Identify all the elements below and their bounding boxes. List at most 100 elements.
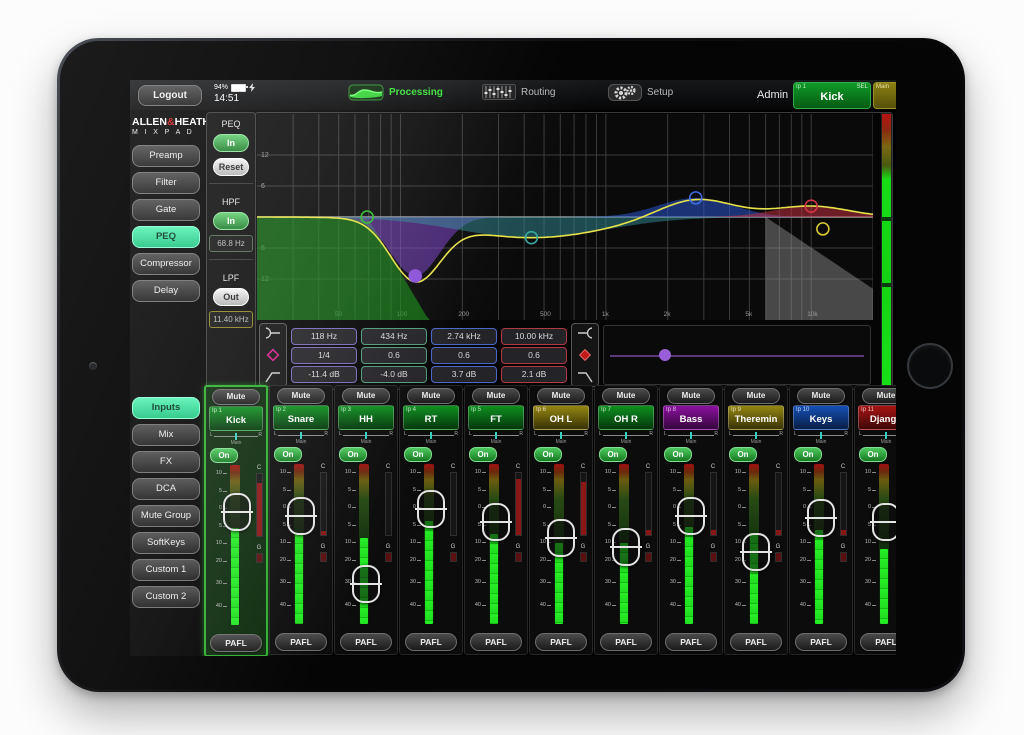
on-button[interactable]: On — [599, 447, 627, 462]
tab-setup[interactable]: Setup — [608, 84, 673, 101]
slider-handle[interactable] — [659, 349, 671, 361]
processing-menu-item-filter[interactable]: Filter — [132, 172, 200, 194]
channel-strip-kick[interactable]: MuteIp 1KickLRMainOn1050510203040CGPAFL — [204, 385, 268, 656]
band-2-frequency-value[interactable]: 434 Hz — [361, 328, 427, 345]
fader-knob[interactable] — [417, 490, 445, 528]
mixer-menu-item-softkeys[interactable]: SoftKeys — [132, 532, 200, 554]
mute-button[interactable]: Mute — [212, 389, 260, 405]
fader-knob[interactable] — [352, 565, 380, 603]
pafl-button[interactable]: PAFL — [535, 633, 587, 651]
band-1-frequency-value[interactable]: 118 Hz — [291, 328, 357, 345]
mixer-menu-item-mute-group[interactable]: Mute Group — [132, 505, 200, 527]
hpf-in-button[interactable]: In — [213, 212, 249, 230]
pan-control[interactable]: LRMain — [534, 431, 588, 444]
band-3-width-value[interactable]: 0.6 — [431, 347, 497, 364]
mixer-menu-item-inputs[interactable]: Inputs — [132, 397, 200, 419]
mixer-menu-item-mix[interactable]: Mix — [132, 424, 200, 446]
band-width-slider[interactable] — [603, 325, 871, 385]
hpf-frequency-value[interactable]: 68.8 Hz — [209, 235, 253, 252]
pan-control[interactable]: LRMain — [664, 431, 718, 444]
mixer-menu-item-custom-1[interactable]: Custom 1 — [132, 559, 200, 581]
band-2-gain-value[interactable]: -4.0 dB — [361, 366, 427, 383]
on-button[interactable]: On — [794, 447, 822, 462]
pafl-button[interactable]: PAFL — [275, 633, 327, 651]
on-button[interactable]: On — [729, 447, 757, 462]
mute-button[interactable]: Mute — [732, 388, 780, 404]
pan-control[interactable]: LRMain — [210, 432, 262, 445]
on-button[interactable]: On — [404, 447, 432, 462]
channel-name-box[interactable]: Ip 9Theremin — [728, 405, 784, 430]
on-button[interactable]: On — [274, 447, 302, 462]
pafl-button[interactable]: PAFL — [795, 633, 847, 651]
tab-processing[interactable]: Processing — [348, 84, 443, 101]
processing-menu-item-peq[interactable]: PEQ — [132, 226, 200, 248]
channel-strip-snare[interactable]: MuteIp 2SnareLRMainOn1050510203040CGPAFL — [269, 385, 333, 655]
pan-control[interactable]: LRMain — [859, 431, 896, 444]
on-button[interactable]: On — [859, 447, 887, 462]
processing-menu-item-preamp[interactable]: Preamp — [132, 145, 200, 167]
mute-button[interactable]: Mute — [667, 388, 715, 404]
channel-name-box[interactable]: Ip 1Kick — [209, 406, 263, 431]
channel-name-box[interactable]: Ip 6OH L — [533, 405, 589, 430]
on-button[interactable]: On — [469, 447, 497, 462]
peq-in-button[interactable]: In — [213, 134, 249, 152]
lpf-out-button[interactable]: Out — [213, 288, 249, 306]
mute-button[interactable]: Mute — [862, 388, 896, 404]
pafl-button[interactable]: PAFL — [730, 633, 782, 651]
mute-button[interactable]: Mute — [472, 388, 520, 404]
pan-control[interactable]: LRMain — [729, 431, 783, 444]
channel-strip-oh-l[interactable]: MuteIp 6OH LLRMainOn1050510203040CGPAFL — [529, 385, 593, 655]
pan-control[interactable]: LRMain — [339, 431, 393, 444]
on-button[interactable]: On — [210, 448, 238, 463]
pafl-button[interactable]: PAFL — [210, 634, 262, 652]
channel-name-box[interactable]: Ip 10Keys — [793, 405, 849, 430]
fader-knob[interactable] — [872, 503, 896, 541]
mute-button[interactable]: Mute — [342, 388, 390, 404]
fader-knob[interactable] — [742, 533, 770, 571]
pan-control[interactable]: LRMain — [274, 431, 328, 444]
band-4-width-value[interactable]: 0.6 — [501, 347, 567, 364]
channel-name-box[interactable]: Ip 11Django — [858, 405, 896, 430]
mix-badge[interactable]: Main MIX — [873, 82, 896, 109]
pafl-button[interactable]: PAFL — [340, 633, 392, 651]
tab-routing[interactable]: Routing — [482, 84, 555, 100]
channel-strip-ft[interactable]: MuteIp 5FTLRMainOn1050510203040CGPAFL — [464, 385, 528, 655]
channel-name-box[interactable]: Ip 7OH R — [598, 405, 654, 430]
pan-control[interactable]: LRMain — [404, 431, 458, 444]
fader-knob[interactable] — [547, 519, 575, 557]
channel-name-box[interactable]: Ip 4RT — [403, 405, 459, 430]
logout-button[interactable]: Logout — [138, 85, 202, 106]
pafl-button[interactable]: PAFL — [405, 633, 457, 651]
on-button[interactable]: On — [534, 447, 562, 462]
channel-strip-hh[interactable]: MuteIp 3HHLRMainOn1050510203040CGPAFL — [334, 385, 398, 655]
pafl-button[interactable]: PAFL — [470, 633, 522, 651]
on-button[interactable]: On — [664, 447, 692, 462]
processing-menu-item-delay[interactable]: Delay — [132, 280, 200, 302]
channel-strip-oh-r[interactable]: MuteIp 7OH RLRMainOn1050510203040CGPAFL — [594, 385, 658, 655]
band-1-width-value[interactable]: 1/4 — [291, 347, 357, 364]
fader-knob[interactable] — [677, 497, 705, 535]
channel-strip-theremin[interactable]: MuteIp 9ThereminLRMainOn1050510203040CGP… — [724, 385, 788, 655]
mixer-menu-item-dca[interactable]: DCA — [132, 478, 200, 500]
pafl-button[interactable]: PAFL — [665, 633, 717, 651]
pan-control[interactable]: LRMain — [794, 431, 848, 444]
mute-button[interactable]: Mute — [277, 388, 325, 404]
processing-menu-item-gate[interactable]: Gate — [132, 199, 200, 221]
mixer-menu-item-custom-2[interactable]: Custom 2 — [132, 586, 200, 608]
channel-name-box[interactable]: Ip 3HH — [338, 405, 394, 430]
selected-channel-badge[interactable]: Ip 1 SEL Kick — [793, 82, 871, 109]
processing-menu-item-compressor[interactable]: Compressor — [132, 253, 200, 275]
channel-name-box[interactable]: Ip 8Bass — [663, 405, 719, 430]
band-4-frequency-value[interactable]: 10.00 kHz — [501, 328, 567, 345]
mute-button[interactable]: Mute — [407, 388, 455, 404]
band-1-marker[interactable] — [409, 270, 421, 282]
channel-name-box[interactable]: Ip 2Snare — [273, 405, 329, 430]
fader-knob[interactable] — [807, 499, 835, 537]
mute-button[interactable]: Mute — [797, 388, 845, 404]
fader-knob[interactable] — [223, 493, 251, 531]
lpf-frequency-value[interactable]: 11.40 kHz — [209, 311, 253, 328]
channel-strip-keys[interactable]: MuteIp 10KeysLRMainOn1050510203040CGPAFL — [789, 385, 853, 655]
channel-strip-bass[interactable]: MuteIp 8BassLRMainOn1050510203040CGPAFL — [659, 385, 723, 655]
channel-strip-rt[interactable]: MuteIp 4RTLRMainOn1050510203040CGPAFL — [399, 385, 463, 655]
fader-knob[interactable] — [482, 503, 510, 541]
